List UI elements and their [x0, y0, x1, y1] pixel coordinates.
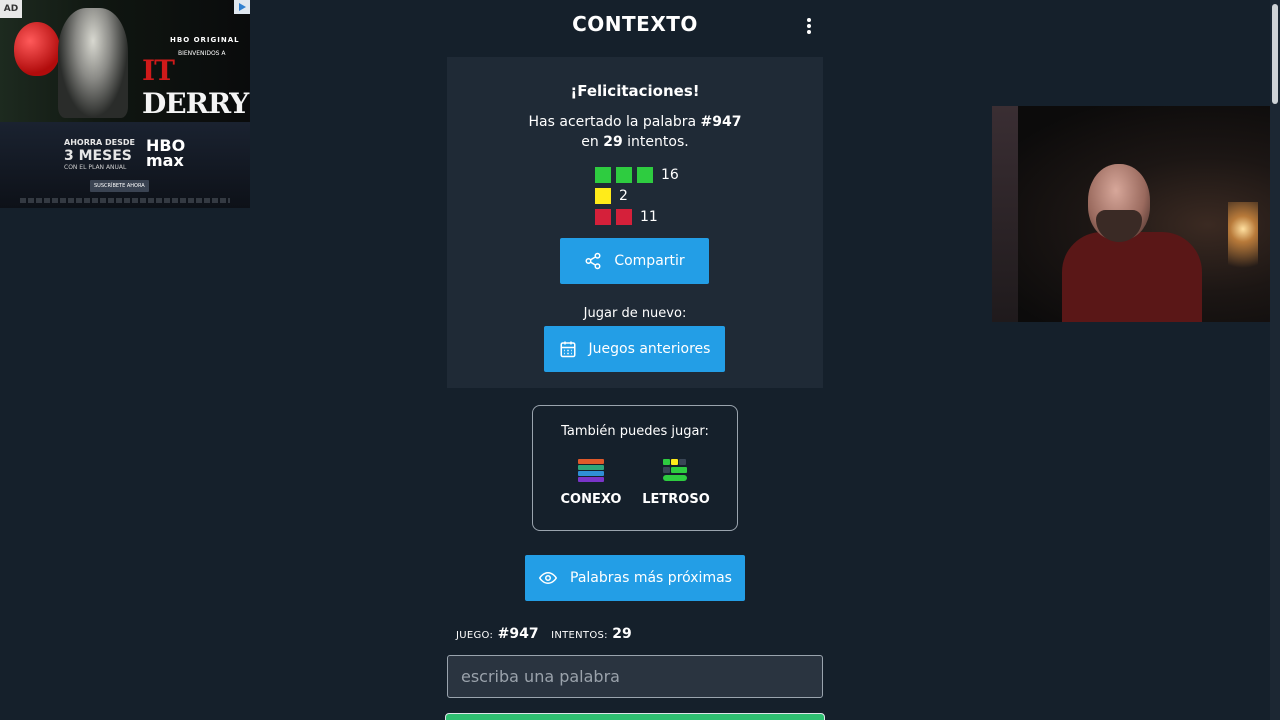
red-square-icon: [595, 208, 611, 225]
share-icon: [585, 252, 601, 270]
previous-games-label: Juegos anteriores: [588, 341, 711, 357]
clown-image: [58, 8, 128, 118]
replay-label: Jugar de nuevo:: [583, 306, 687, 321]
calendar-icon: [560, 341, 576, 358]
ad-subscribe-button[interactable]: SUSCRÍBETE AHORA: [90, 180, 149, 192]
stat-count-green: 16: [661, 166, 679, 183]
letroso-icon: [662, 456, 690, 484]
game-meta: JUEGO: #947 INTENTOS: 29: [456, 626, 640, 642]
result-stats: 16 2 11: [595, 164, 715, 227]
letroso-label: LETROSO: [642, 492, 710, 507]
guess-result-bar: [445, 713, 825, 720]
congrats-heading: ¡Felicitaciones!: [570, 82, 700, 100]
yellow-square-icon: [595, 187, 611, 204]
stat-count-red: 11: [640, 208, 658, 225]
conexo-icon: [577, 456, 605, 484]
result-line2-suffix: intentos.: [622, 134, 689, 150]
letroso-game-link[interactable]: LETROSO: [636, 456, 716, 507]
more-options-icon[interactable]: [800, 14, 818, 38]
webcam-lights: [1228, 202, 1258, 292]
red-square-icon: [616, 208, 632, 225]
conexo-label: CONEXO: [560, 492, 622, 507]
adchoices-icon[interactable]: [234, 0, 250, 14]
result-line1-text: Has acertado la palabra: [528, 114, 701, 130]
green-square-icon: [616, 166, 632, 183]
result-card: ¡Felicitaciones! Has acertado la palabra…: [447, 57, 823, 388]
page-title: CONTEXTO: [572, 12, 698, 36]
stat-row-yellow: 2: [595, 185, 715, 206]
result-line2-prefix: en: [581, 134, 604, 150]
other-games-title: También puedes jugar:: [561, 424, 709, 439]
attempts-label: INTENTOS:: [551, 630, 608, 641]
webcam-person-body: [1062, 232, 1202, 322]
previous-games-button[interactable]: Juegos anteriores: [544, 326, 725, 372]
nearest-words-label: Palabras más próximas: [570, 570, 732, 586]
game-value: #947: [497, 626, 539, 642]
stat-row-green: 16: [595, 164, 715, 185]
page-scrollbar[interactable]: [1270, 0, 1280, 720]
ad-hbo-original: HBO ORIGINAL: [170, 36, 240, 44]
ad-label: AD: [0, 0, 22, 18]
red-balloon-icon: [14, 22, 60, 76]
ad-derry-logo: IT DERRY: [142, 54, 250, 120]
game-label: JUEGO:: [456, 630, 494, 641]
ad-image-top: HBO ORIGINAL BIENVENIDOS A IT DERRY: [0, 0, 250, 122]
share-button[interactable]: Compartir: [560, 238, 709, 284]
stat-count-yellow: 2: [619, 187, 628, 204]
hbo-max-logo: HBO max: [146, 138, 185, 170]
ad-derry-text: DERRY: [142, 87, 249, 120]
ad-it-text: IT: [142, 54, 175, 87]
result-attempts: 29: [603, 134, 623, 150]
result-line-attempts: en 29 intentos.: [447, 134, 823, 150]
green-square-icon: [595, 166, 611, 183]
ad-plan: CON EL PLAN ANUAL: [64, 164, 127, 171]
other-games-panel: También puedes jugar: CONEXO LETROSO: [532, 405, 738, 531]
stat-row-red: 11: [595, 206, 715, 227]
share-button-label: Compartir: [614, 253, 685, 269]
ad-ahorra: AHORRA DESDE: [64, 138, 135, 147]
webcam-background: [992, 106, 1018, 322]
green-square-icon: [637, 166, 653, 183]
scrollbar-thumb[interactable]: [1272, 4, 1278, 104]
ad-promo: AHORRA DESDE 3 MESES CON EL PLAN ANUAL H…: [0, 122, 250, 208]
ad-meses: 3 MESES: [64, 148, 132, 164]
conexo-game-link[interactable]: CONEXO: [551, 456, 631, 507]
ad-fine-print: [20, 198, 230, 203]
nearest-words-button[interactable]: Palabras más próximas: [525, 555, 745, 601]
result-game-number: #947: [700, 114, 742, 130]
max-logo-text: max: [146, 151, 184, 170]
eye-icon: [538, 571, 558, 585]
webcam-overlay: [992, 106, 1280, 322]
word-input[interactable]: [447, 655, 823, 698]
attempts-value: 29: [612, 626, 632, 642]
advertisement-banner[interactable]: HBO ORIGINAL BIENVENIDOS A IT DERRY AHOR…: [0, 0, 250, 208]
result-line-word: Has acertado la palabra #947: [447, 114, 823, 130]
